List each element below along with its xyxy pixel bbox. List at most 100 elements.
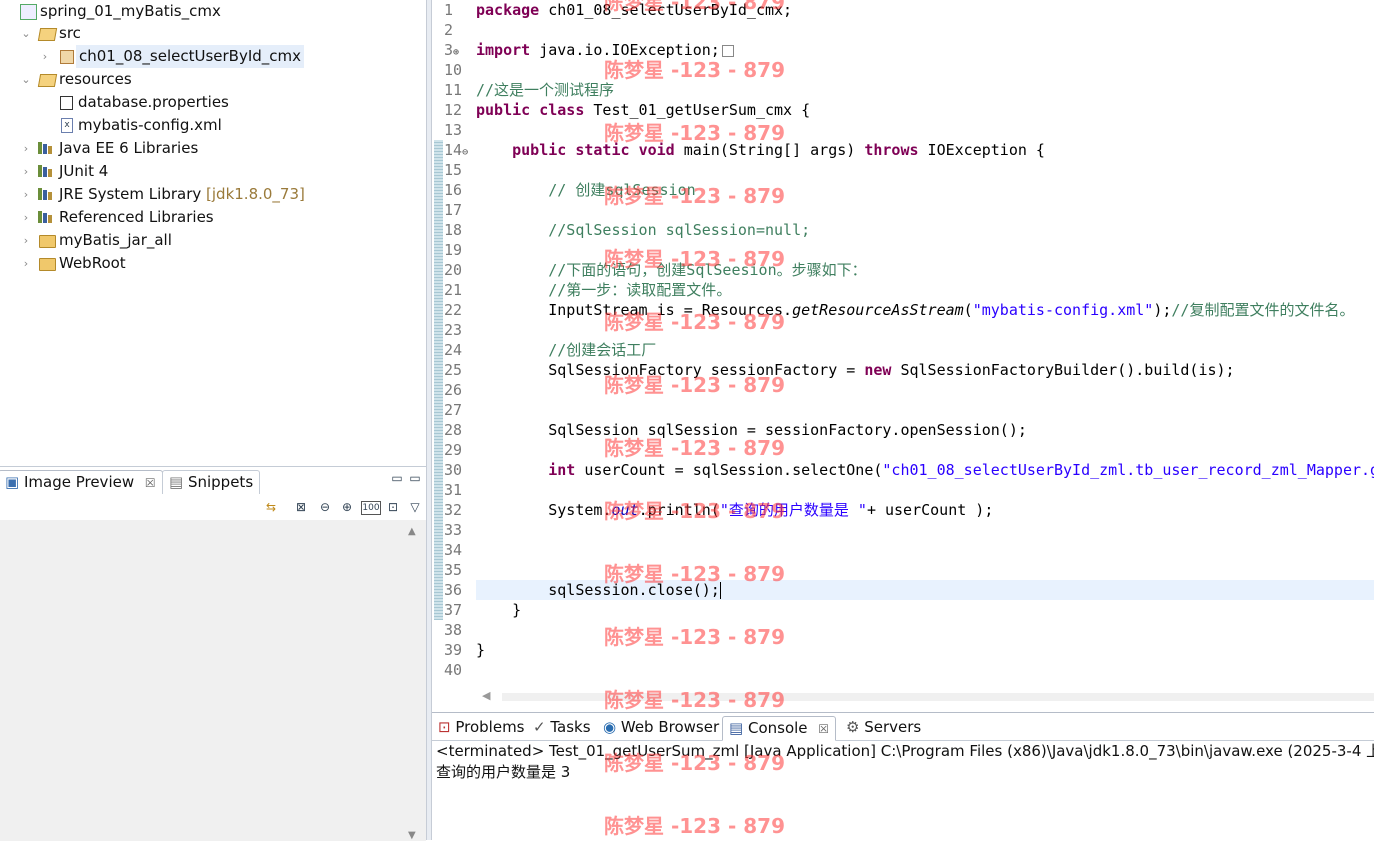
jdk-version-decoration: [jdk1.8.0_73] — [206, 185, 305, 203]
tree-item-mybatis-config[interactable]: x mybatis-config.xml — [0, 114, 426, 137]
fold-collapse-icon[interactable]: ⊖ — [462, 147, 468, 158]
console-status-line: <terminated> Test_01_getUserSum_zml [Jav… — [436, 742, 1374, 760]
chevron-down-icon[interactable]: ⌄ — [20, 68, 32, 91]
minimize-icon[interactable]: ▭ — [388, 469, 406, 487]
close-icon[interactable]: ☒ — [145, 476, 156, 490]
java-editor[interactable]: 1 2 3⊕ 10 11 12 13 14⊖ 15 16 17 18 19 20 21 22 23 24 25 26 2… — [432, 0, 1374, 708]
tree-item-label: JUnit 4 — [59, 162, 109, 180]
code-line[interactable]: public class Test_01_getUserSum_cmx { — [476, 100, 810, 120]
snippets-icon: ▤ — [169, 473, 184, 491]
tab-image-preview[interactable]: ▣ Image Preview ☒ — [0, 470, 163, 495]
tab-web-browser[interactable]: ◉ Web Browser — [597, 716, 725, 739]
code-line[interactable]: } — [476, 640, 485, 660]
tree-item-src[interactable]: ⌄ src — [0, 22, 426, 45]
scroll-up-icon[interactable]: ▲ — [408, 526, 416, 537]
chevron-right-icon[interactable]: › — [20, 183, 32, 206]
code-line[interactable]: import java.io.IOException; — [476, 40, 734, 60]
tab-servers[interactable]: ⚙ Servers — [840, 716, 927, 739]
line-number: 36 — [444, 581, 463, 599]
tree-item-jre-library[interactable]: › JRE System Library [jdk1.8.0_73] — [0, 183, 426, 206]
code-line[interactable]: public static void main(String[] args) t… — [476, 140, 1045, 160]
preview-toolbar: ⇆ ⊠ ⊖ ⊕ 100 ⊡ ▽ — [0, 494, 426, 520]
tree-item-label: myBatis_jar_all — [59, 231, 172, 249]
line-number: 14⊖ — [444, 141, 469, 159]
line-number: 32 — [444, 501, 463, 519]
code-area[interactable]: package ch01_08_selectUserById_cmx;impor… — [476, 0, 1374, 690]
tree-item-project[interactable]: spring_01_myBatis_cmx — [0, 0, 426, 23]
line-number: 39 — [444, 641, 463, 659]
tab-problems[interactable]: ⊡ Problems — [432, 716, 531, 739]
link-icon[interactable]: ⇆ — [262, 498, 280, 516]
tree-item-referenced-libraries[interactable]: › Referenced Libraries — [0, 206, 426, 229]
code-line[interactable]: } — [476, 600, 521, 620]
fold-expand-icon[interactable]: ⊕ — [453, 47, 459, 58]
console-view: ⊡ Problems ✓ Tasks ◉ Web Browser ▤ Conso… — [432, 712, 1374, 841]
code-line[interactable]: package ch01_08_selectUserById_cmx; — [476, 0, 792, 20]
view-menu-icon[interactable]: ▽ — [406, 498, 424, 516]
tab-tasks[interactable]: ✓ Tasks — [527, 716, 597, 739]
code-line[interactable]: InputStream is = Resources.getResourceAs… — [476, 300, 1354, 320]
line-number: 17 — [444, 201, 463, 219]
tree-item-database-properties[interactable]: database.properties — [0, 91, 426, 114]
tree-item-webroot[interactable]: › WebRoot — [0, 252, 426, 275]
console-tab-bar: ⊡ Problems ✓ Tasks ◉ Web Browser ▤ Conso… — [432, 713, 1374, 741]
console-icon: ▤ — [729, 719, 744, 737]
scroll-down-icon[interactable]: ▼ — [408, 830, 416, 841]
code-line[interactable]: //这是一个测试程序 — [476, 80, 614, 100]
source-folder-icon — [37, 28, 58, 41]
close-icon[interactable]: ☒ — [818, 722, 829, 736]
code-line[interactable]: //SqlSession sqlSession=null; — [476, 220, 810, 240]
maximize-icon[interactable]: ▭ — [406, 469, 424, 487]
tree-item-label: src — [59, 24, 81, 42]
chevron-right-icon[interactable]: › — [20, 160, 32, 183]
chevron-right-icon[interactable]: › — [39, 45, 51, 68]
tree-item-label: JRE System Library — [59, 185, 202, 203]
line-number: 25 — [444, 361, 463, 379]
code-line[interactable]: SqlSession sqlSession = sessionFactory.o… — [476, 420, 1027, 440]
tree-item-resources[interactable]: ⌄ resources — [0, 68, 426, 91]
line-number: 26 — [444, 381, 463, 399]
tree-item-label: mybatis-config.xml — [78, 116, 222, 134]
line-number: 12 — [444, 101, 463, 119]
code-line[interactable]: int userCount = sqlSession.selectOne("ch… — [476, 460, 1374, 480]
horizontal-scrollbar[interactable]: ◀ — [478, 689, 1374, 704]
tree-item-mybatis-jar-all[interactable]: › myBatis_jar_all — [0, 229, 426, 252]
scroll-left-icon[interactable]: ◀ — [482, 689, 490, 702]
zoom-out-icon[interactable]: ⊖ — [316, 498, 334, 516]
code-line[interactable]: //创建会话工厂 — [476, 340, 656, 360]
line-number: 16 — [444, 181, 463, 199]
code-line[interactable]: System.out.println("查询的用户数量是 "+ userCoun… — [476, 500, 993, 520]
folder-icon — [39, 258, 56, 271]
fit-image-icon[interactable]: ⊠ — [292, 498, 310, 516]
tab-console[interactable]: ▤ Console ☒ — [722, 716, 837, 741]
tree-item-junit[interactable]: › JUnit 4 — [0, 160, 426, 183]
folded-imports-icon[interactable] — [721, 44, 734, 57]
code-line[interactable]: // 创建sqlSession — [476, 180, 695, 200]
chevron-right-icon[interactable]: › — [20, 206, 32, 229]
fit-window-icon[interactable]: ⊡ — [384, 498, 402, 516]
code-line-current[interactable]: sqlSession.close(); — [476, 580, 1374, 600]
code-line[interactable]: //第一步：读取配置文件。 — [476, 280, 731, 300]
globe-icon: ◉ — [603, 718, 617, 736]
zoom-in-icon[interactable]: ⊕ — [338, 498, 356, 516]
line-number: 18 — [444, 221, 463, 239]
scrollbar-thumb[interactable] — [502, 693, 1374, 701]
tab-label: Problems — [455, 718, 525, 736]
code-line[interactable]: //下面的语句，创建SqlSeesion。步骤如下： — [476, 260, 866, 280]
tree-item-javaee-libraries[interactable]: › Java EE 6 Libraries — [0, 137, 426, 160]
image-preview-view: ▣ Image Preview ☒ ▤ Snippets ▭ ▭ ⇆ ⊠ ⊖ ⊕… — [0, 466, 426, 841]
vertical-scrollbar[interactable]: ▲ ▼ — [404, 520, 422, 841]
tab-snippets[interactable]: ▤ Snippets — [162, 470, 261, 494]
library-icon — [38, 188, 54, 200]
tree-item-label: Referenced Libraries — [59, 208, 214, 226]
chevron-down-icon[interactable]: ⌄ — [20, 22, 32, 45]
code-line[interactable]: SqlSessionFactory sessionFactory = new S… — [476, 360, 1234, 380]
console-output[interactable]: <terminated> Test_01_getUserSum_zml [Jav… — [432, 740, 1374, 841]
chevron-right-icon[interactable]: › — [20, 252, 32, 275]
library-icon — [38, 211, 54, 223]
line-number: 23 — [444, 321, 463, 339]
chevron-right-icon[interactable]: › — [20, 137, 32, 160]
original-size-icon[interactable]: 100 — [361, 501, 381, 515]
chevron-right-icon[interactable]: › — [20, 229, 32, 252]
tree-item-package[interactable]: › ch01_08_selectUserById_cmx — [0, 45, 426, 68]
